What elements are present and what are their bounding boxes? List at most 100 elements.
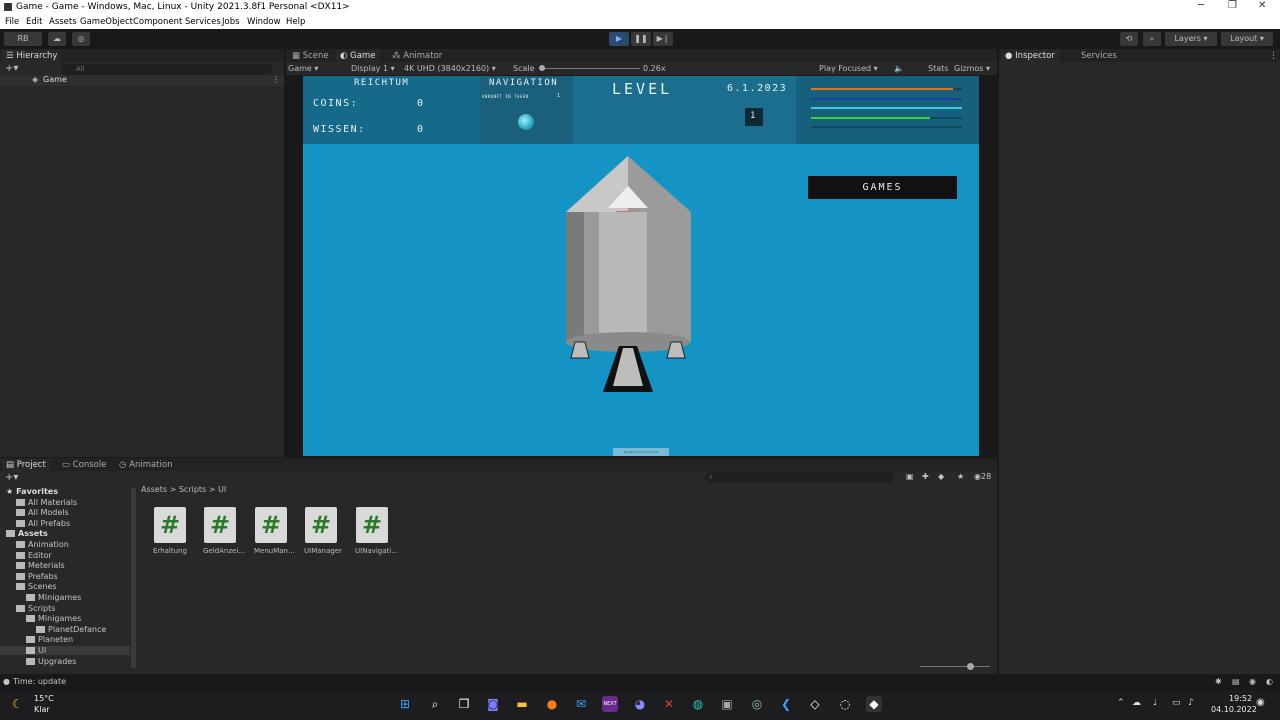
stats-button[interactable]: Stats: [928, 64, 948, 73]
network-icon[interactable]: ▭: [1172, 698, 1181, 708]
close-button[interactable]: ✕: [1258, 0, 1266, 11]
store-icon[interactable]: ▣: [719, 696, 735, 712]
asset-script[interactable]: # UINavigati...: [355, 507, 398, 555]
status-text[interactable]: Time: update: [13, 677, 66, 686]
breadcrumb-ui[interactable]: UI: [218, 485, 226, 494]
task-view-icon[interactable]: ❐: [456, 696, 472, 712]
create-button[interactable]: +▾: [5, 472, 18, 483]
hierarchy-scene-row[interactable]: ◈ Game ⋮: [0, 75, 284, 86]
tab-animator[interactable]: ⁂ Animator: [388, 50, 446, 62]
collab-icon[interactable]: ◎: [72, 32, 90, 46]
menu-assets[interactable]: Assets: [49, 17, 77, 27]
tree-item[interactable]: All Models: [16, 508, 69, 517]
menu-gameobject[interactable]: GameObject: [80, 17, 133, 27]
tab-animation[interactable]: ◷ Animation: [115, 459, 176, 471]
filter-by-label-icon[interactable]: ✚: [922, 472, 929, 481]
bake-icon[interactable]: ◉: [1249, 677, 1256, 686]
asset-script[interactable]: # MenuMan...: [254, 507, 295, 555]
asset-script[interactable]: # GeldAnzei...: [203, 507, 245, 555]
unity-hub-icon[interactable]: ◇: [807, 696, 823, 712]
mic-icon[interactable]: ♩: [1153, 698, 1157, 708]
tree-item[interactable]: Animation: [16, 540, 69, 549]
minimize-button[interactable]: ─: [1198, 0, 1204, 11]
play-focused-dropdown[interactable]: Play Focused ▾: [819, 64, 878, 73]
play-button[interactable]: ▶: [609, 32, 629, 46]
layers-dropdown[interactable]: Layers ▾: [1165, 32, 1217, 46]
vscode-icon[interactable]: ❮: [778, 696, 794, 712]
menu-file[interactable]: File: [5, 17, 19, 27]
tree-item[interactable]: Prefabs: [16, 572, 58, 581]
tag-icon[interactable]: ◆: [938, 472, 944, 481]
menu-help[interactable]: Help: [286, 17, 305, 27]
scale-slider[interactable]: [540, 68, 640, 69]
tree-scrollbar[interactable]: [131, 488, 136, 668]
resolution-dropdown[interactable]: 4K UHD (3840x2160) ▾: [404, 64, 496, 73]
tree-item[interactable]: Planeten: [26, 635, 73, 644]
tree-item[interactable]: Scenes: [16, 582, 57, 591]
scene-menu-icon[interactable]: ⋮: [272, 75, 280, 84]
maximize-button[interactable]: ❐: [1228, 0, 1237, 11]
asset-script[interactable]: # Erhaltung: [153, 507, 187, 555]
games-button[interactable]: GAMES: [808, 176, 957, 199]
display-dropdown[interactable]: Display 1 ▾: [351, 64, 395, 73]
tree-item[interactable]: All Materials: [16, 498, 77, 507]
history-icon[interactable]: ⟲: [1120, 32, 1138, 46]
menu-edit[interactable]: Edit: [26, 17, 42, 27]
panel-menu-icon[interactable]: ⋮: [1269, 51, 1278, 61]
onedrive-icon[interactable]: ☁: [1132, 698, 1141, 708]
tab-project[interactable]: ▤ Project: [2, 459, 50, 471]
tree-item[interactable]: ★ Favorites: [6, 487, 58, 496]
unity-editor-icon[interactable]: ◆: [866, 696, 882, 712]
scale-slider-thumb[interactable]: [539, 65, 545, 71]
tab-services[interactable]: Services: [1077, 50, 1121, 62]
menu-services[interactable]: Services: [185, 17, 221, 27]
bug-icon[interactable]: ✱: [1215, 677, 1222, 686]
tree-item[interactable]: Minigames: [26, 614, 81, 623]
tree-item[interactable]: Upgrades: [26, 657, 76, 666]
steam-icon[interactable]: ◎: [749, 696, 765, 712]
chat-icon[interactable]: ◙: [485, 696, 501, 712]
breadcrumb-scripts[interactable]: Scripts: [179, 485, 206, 494]
menu-window[interactable]: Window: [247, 17, 281, 27]
volume-icon[interactable]: ♪: [1188, 698, 1194, 708]
filter-by-type-icon[interactable]: ▣: [906, 472, 914, 481]
favorite-star-icon[interactable]: ★: [957, 472, 964, 481]
tree-item[interactable]: All Prefabs: [16, 519, 70, 528]
pause-button[interactable]: ❚❚: [631, 32, 651, 46]
tree-item[interactable]: Editor: [16, 551, 52, 560]
tab-scene[interactable]: ▦ Scene: [288, 50, 333, 62]
firefox-icon[interactable]: ●: [544, 696, 560, 712]
tab-game[interactable]: ◐ Game: [336, 50, 380, 62]
edge-icon[interactable]: ◍: [690, 696, 706, 712]
app-red-icon[interactable]: ✕: [661, 696, 677, 712]
cloud-icon[interactable]: ☁: [48, 32, 66, 46]
menu-component[interactable]: Component: [133, 17, 182, 27]
add-button[interactable]: +▾: [5, 63, 18, 74]
tree-item[interactable]: Meterials: [16, 561, 65, 570]
zoom-slider-thumb[interactable]: [967, 663, 974, 670]
tab-inspector[interactable]: ● Inspector: [1001, 50, 1059, 62]
tab-console[interactable]: ▭ Console: [58, 459, 110, 471]
notification-icon[interactable]: ◉: [1256, 697, 1265, 708]
project-search[interactable]: ⌕: [705, 472, 895, 483]
search-icon[interactable]: ⌕: [427, 696, 443, 712]
tree-item[interactable]: Assets: [6, 529, 48, 538]
progress-icon[interactable]: ◐: [1266, 677, 1273, 686]
search-icon[interactable]: ⌕: [1143, 32, 1161, 46]
tree-item[interactable]: Scripts: [16, 604, 55, 613]
zoom-slider[interactable]: [920, 666, 990, 667]
tab-hierarchy[interactable]: ☰ Hierarchy: [2, 50, 62, 62]
discord-icon[interactable]: ◕: [632, 696, 648, 712]
file-explorer-icon[interactable]: ▬: [514, 696, 530, 712]
mail-icon[interactable]: ✉: [573, 696, 589, 712]
start-menu-icon[interactable]: ⊞: [397, 696, 413, 712]
app-icon[interactable]: NEXT: [602, 696, 618, 712]
layout-dropdown[interactable]: Layout ▾: [1221, 32, 1273, 46]
account-button[interactable]: RB: [4, 32, 42, 46]
clock-date[interactable]: 04.10.2022: [1211, 705, 1257, 714]
gizmos-dropdown[interactable]: Gizmos ▾: [954, 64, 990, 73]
mute-audio-icon[interactable]: 🔈: [894, 64, 904, 73]
tree-item[interactable]: Minigames: [26, 593, 81, 602]
game-mode-dropdown[interactable]: Game ▾: [288, 64, 318, 73]
menu-jobs[interactable]: Jobs: [222, 17, 240, 27]
